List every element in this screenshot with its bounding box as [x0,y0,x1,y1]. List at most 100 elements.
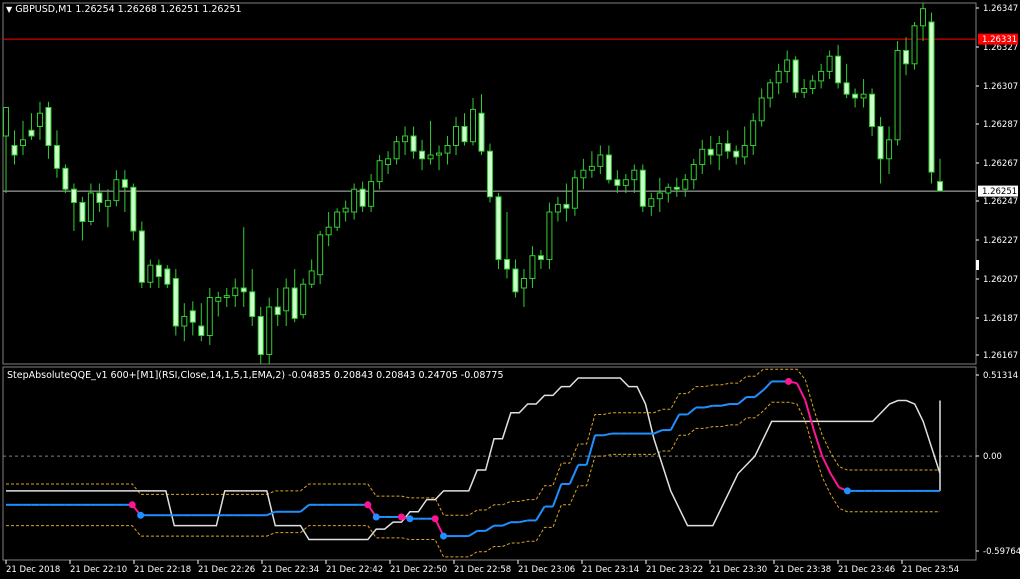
candle-body [792,59,799,93]
candle-body [393,141,400,160]
price-panel: 1.263471.263271.263071.262871.262671.262… [2,2,1018,365]
candle-body [291,287,298,319]
time-tick-label: 21 Dec 23:54 [902,565,959,575]
candle-body [308,270,315,285]
candle-body [19,139,26,147]
time-tick-label: 21 Dec 22:10 [70,565,127,575]
candle-body [877,126,884,160]
candle-body [36,112,43,127]
candle-body [784,59,791,72]
candle-body [843,82,850,95]
price-tick-label: 1.26307 [983,82,1018,92]
candle-body [198,325,205,336]
candle-body [240,287,247,293]
qqe-signal-dot [372,513,380,521]
candle-body [597,154,604,167]
candle-body [903,50,910,65]
candle-body [342,207,349,213]
candle-body [385,158,392,166]
candle-body [537,255,544,260]
qqe-signal-dot [364,501,372,509]
time-tick-label: 21 Dec 22:26 [198,565,255,575]
candle-body [852,93,859,99]
candle-body [249,291,256,317]
time-tick-label: 21 Dec 22:34 [262,565,319,575]
candle-body [758,97,765,122]
candle-body [325,226,332,236]
candle-body [826,55,833,72]
indicator-tick-label: -0.59764 [983,547,1020,557]
candle-body [368,181,375,207]
candle-body [503,259,510,270]
time-tick-label: 21 Dec 22:18 [134,565,191,575]
indicator-header: StepAbsoluteQQE_v1 600+[M1](RSI,Close,14… [7,370,504,381]
qqe-signal-dot [137,511,145,519]
triangle-down-icon[interactable]: ▼ [6,5,12,14]
scroll-marker[interactable] [976,260,979,270]
candle-body [317,234,324,276]
candle-body [172,278,179,327]
candle-body [164,268,171,285]
candle-body [147,264,154,283]
candle-body [206,297,213,336]
candle-body [11,145,18,156]
time-tick-label: 21 Dec 23:46 [838,565,895,575]
candle-body [911,25,918,65]
candle-body [563,203,570,209]
time-tick-label: 21 Dec 23:06 [518,565,575,575]
candle-body [486,150,493,198]
price-tick-label: 1.26187 [983,314,1018,324]
chart-canvas: 1.263471.263271.263071.262871.262671.262… [2,2,1020,575]
candle-body [283,287,290,312]
candle-body [605,154,612,181]
candle-body [937,181,943,192]
candle-body [266,306,273,355]
candle-body [818,70,825,82]
price-tick-label: 1.26207 [983,275,1018,285]
candle-body [87,192,94,222]
candle-body [470,108,476,143]
time-tick-label: 21 Dec 23:38 [774,565,831,575]
candle-body [529,255,536,279]
candle-body [410,135,417,152]
ask-tag-label: 1.26331 [982,35,1017,45]
indicator-axis: 0.51314 0.00 -0.59764 [976,371,1020,557]
candle-body [682,179,689,190]
candle-body [402,135,409,143]
symbol-info: GBPUSD,M1 1.26254 1.26268 1.26251 1.2625… [15,4,242,15]
candle-body [775,70,782,84]
candle-body [886,139,893,160]
time-tick-label: 21 Dec 22:58 [454,565,511,575]
candle-body [588,165,595,171]
candle-body [614,179,621,186]
bid-tag-label: 1.26251 [982,187,1017,197]
qqe-signal-dot [785,377,793,385]
candle-body [648,198,655,207]
candle-body [96,192,103,203]
candle-body [631,169,638,181]
time-tick-label: 21 Dec 22:50 [390,565,447,575]
candle-body [376,160,383,183]
candle-body [724,143,731,152]
candle-body [699,148,706,166]
candle-body [3,107,9,137]
candle-body [920,8,927,27]
price-tick-label: 1.26347 [983,4,1018,14]
qqe-signal-dot [406,515,414,523]
time-tick-label: 21 Dec 2018 [6,565,60,575]
candle-body [801,88,808,93]
candle-body [223,295,230,299]
candle-body [571,177,578,209]
candle-body [546,211,553,260]
candle-body [113,179,120,202]
candle-body [130,186,137,232]
candle-body [520,278,527,289]
qqe-signal-dot [431,515,439,523]
indicator-panel: 0.51314 0.00 -0.59764 [2,366,1020,561]
candle-body [835,55,842,84]
time-tick-label: 21 Dec 23:30 [710,565,767,575]
candle-body [554,203,561,213]
indicator-tick-label: 0.51314 [983,371,1018,381]
candle-body [138,230,145,283]
candle-body [767,82,774,99]
